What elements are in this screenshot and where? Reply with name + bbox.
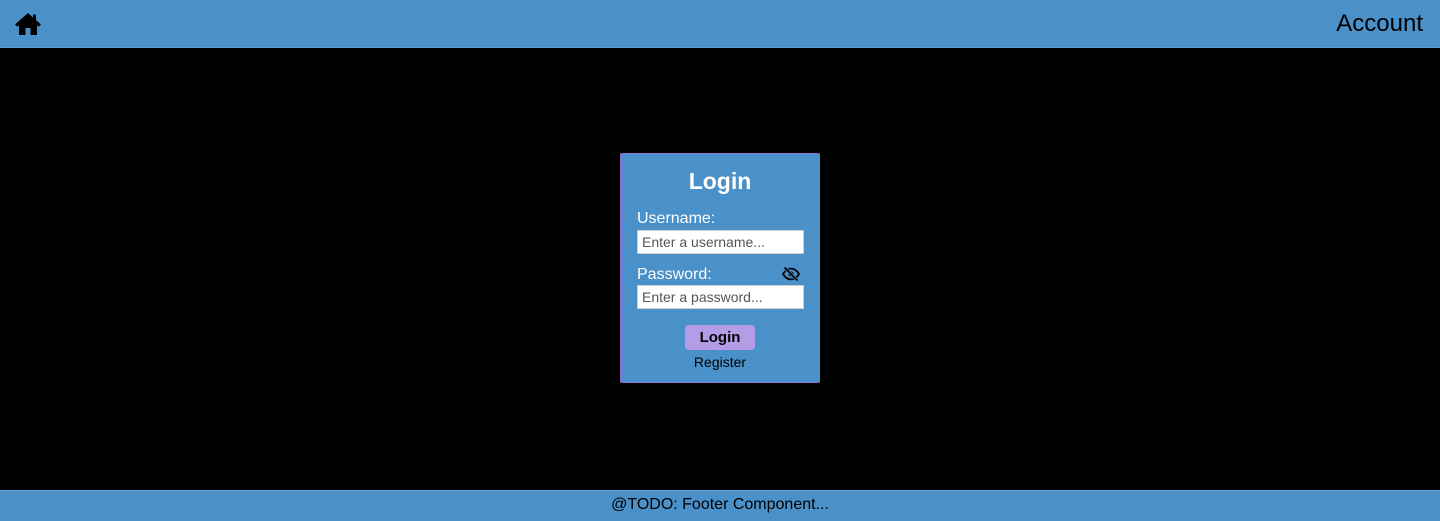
main-content: Login Username: Password: Login Register bbox=[0, 48, 1440, 490]
account-link[interactable]: Account bbox=[1336, 10, 1423, 38]
login-card: Login Username: Password: Login Register bbox=[620, 153, 820, 383]
footer-text: @TODO: Footer Component... bbox=[611, 496, 829, 513]
username-label: Username: bbox=[637, 210, 716, 227]
password-input[interactable] bbox=[637, 285, 804, 309]
login-title: Login bbox=[688, 168, 752, 194]
top-nav-bar: Account bbox=[0, 0, 1440, 48]
eye-slash-icon[interactable] bbox=[782, 266, 800, 282]
username-input[interactable] bbox=[637, 230, 804, 254]
password-label: Password: bbox=[637, 266, 712, 283]
login-button[interactable]: Login bbox=[685, 325, 755, 350]
register-link[interactable]: Register bbox=[621, 354, 819, 370]
home-icon[interactable] bbox=[14, 11, 42, 37]
footer: @TODO: Footer Component... bbox=[0, 490, 1440, 521]
